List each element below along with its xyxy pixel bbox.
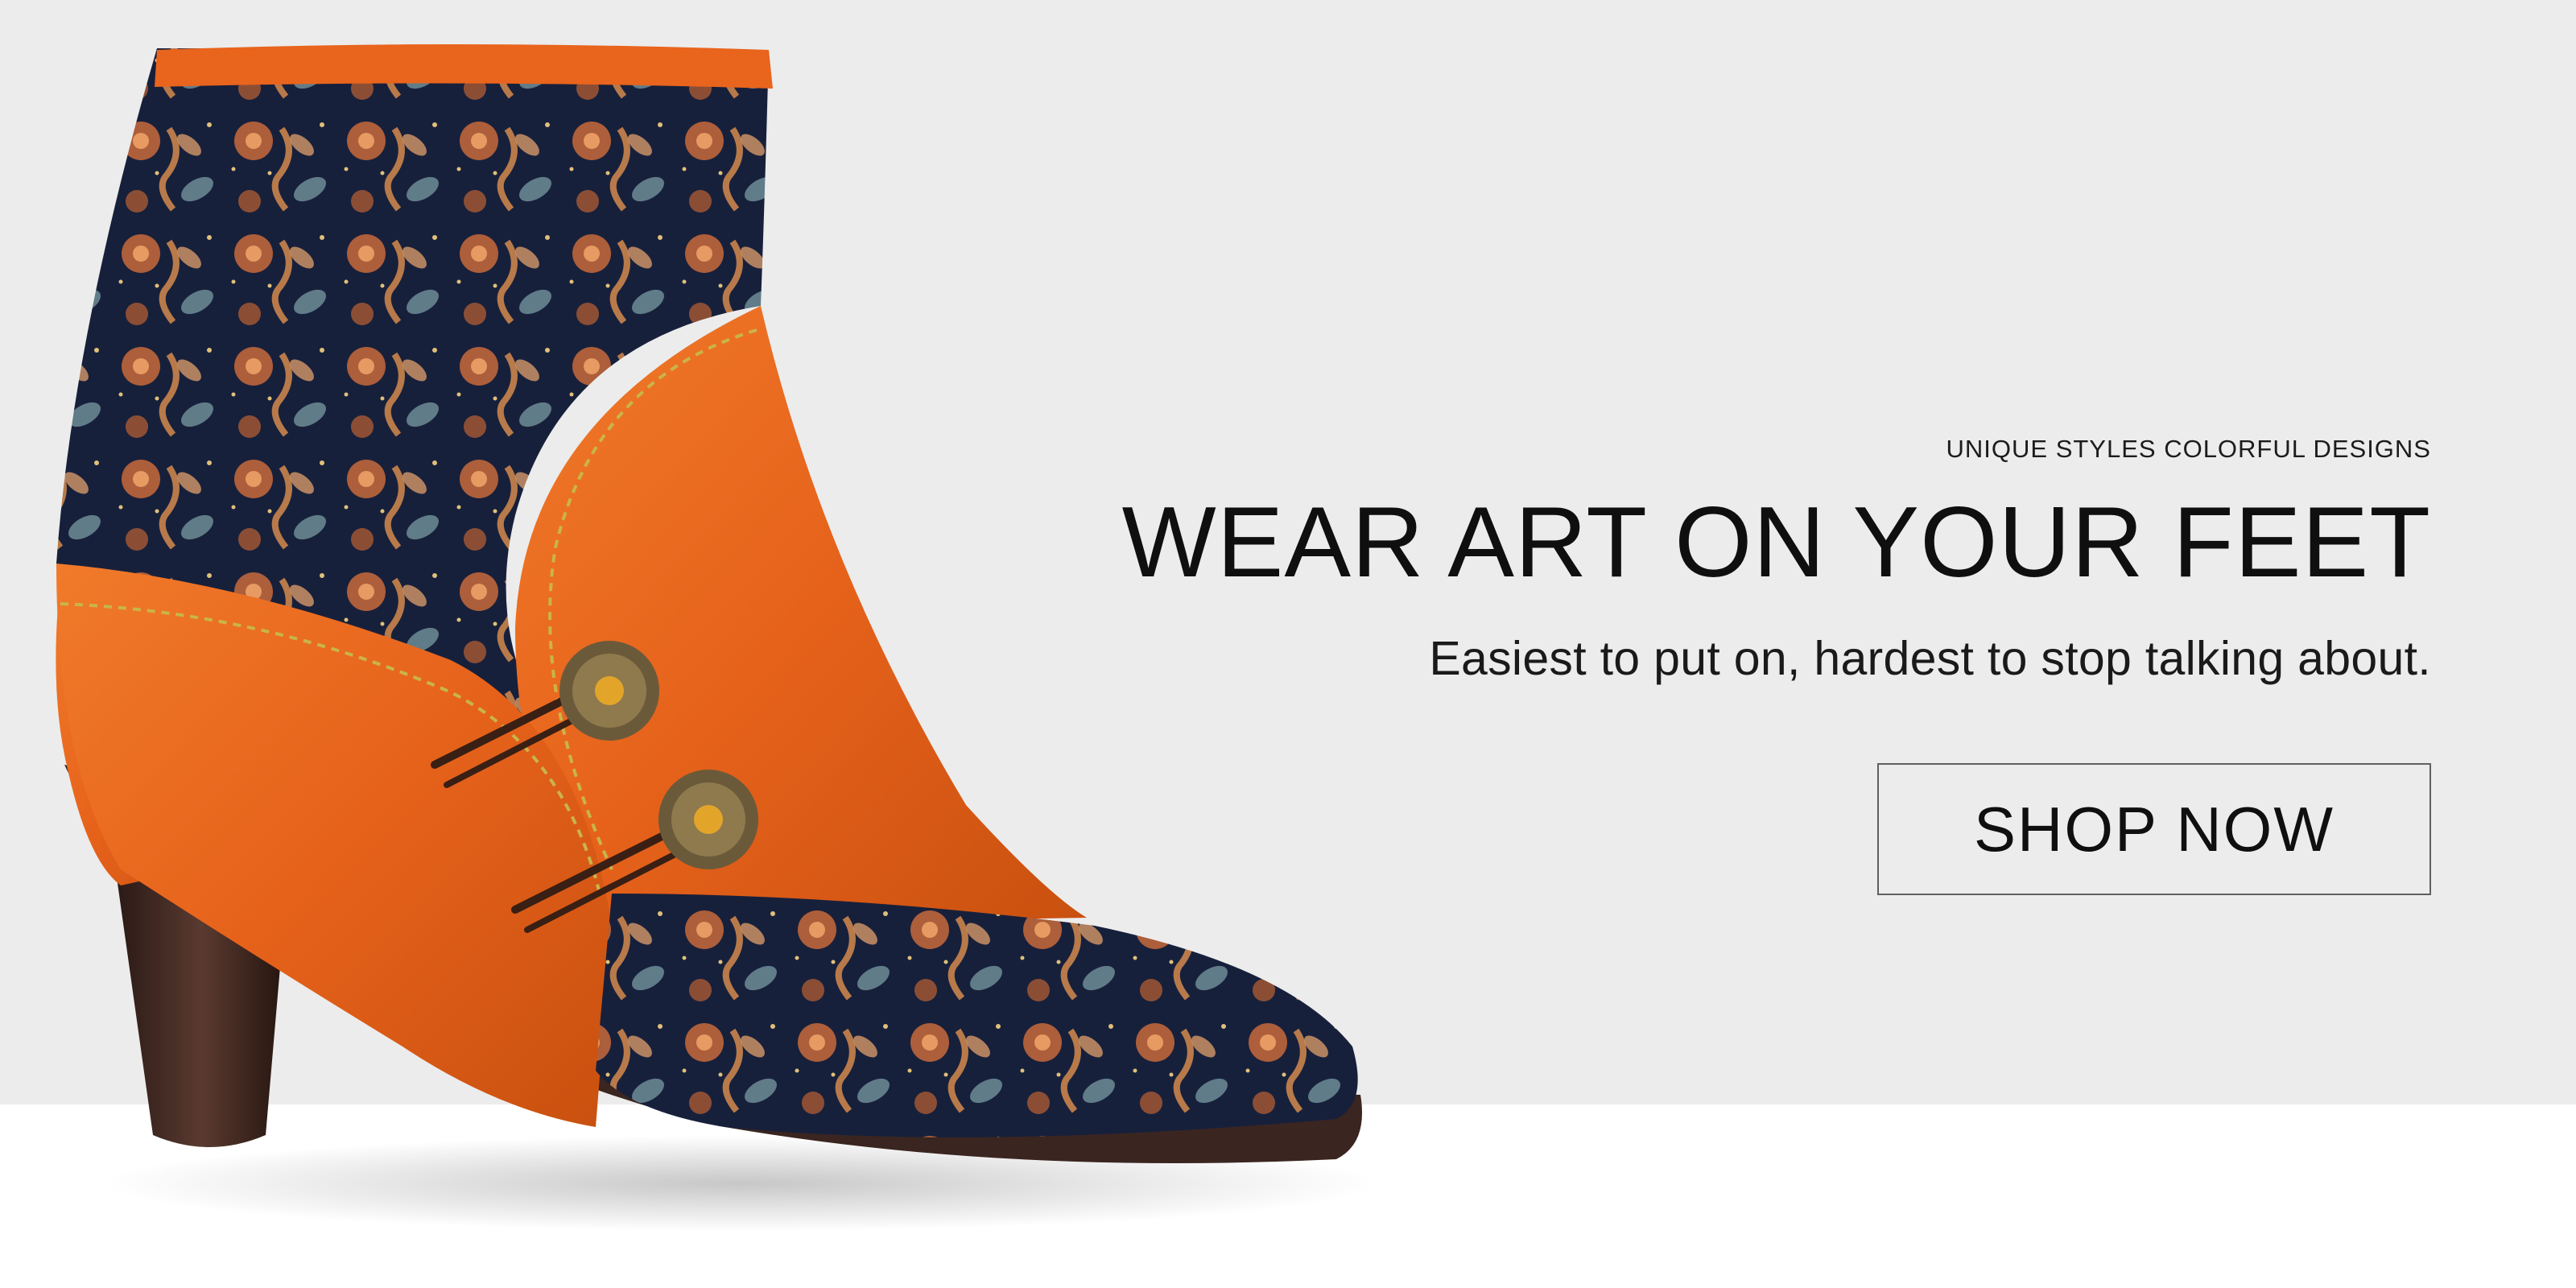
page-title: WEAR ART ON YOUR FEET xyxy=(1121,487,2431,598)
eyebrow-text: UNIQUE STYLES COLORFUL DESIGNS xyxy=(1946,435,2431,463)
shop-now-button[interactable]: SHOP NOW xyxy=(1877,763,2431,895)
hero-copy: UNIQUE STYLES COLORFUL DESIGNS WEAR ART … xyxy=(982,435,2431,686)
hero-tagline: Easiest to put on, hardest to stop talki… xyxy=(1429,632,2431,685)
